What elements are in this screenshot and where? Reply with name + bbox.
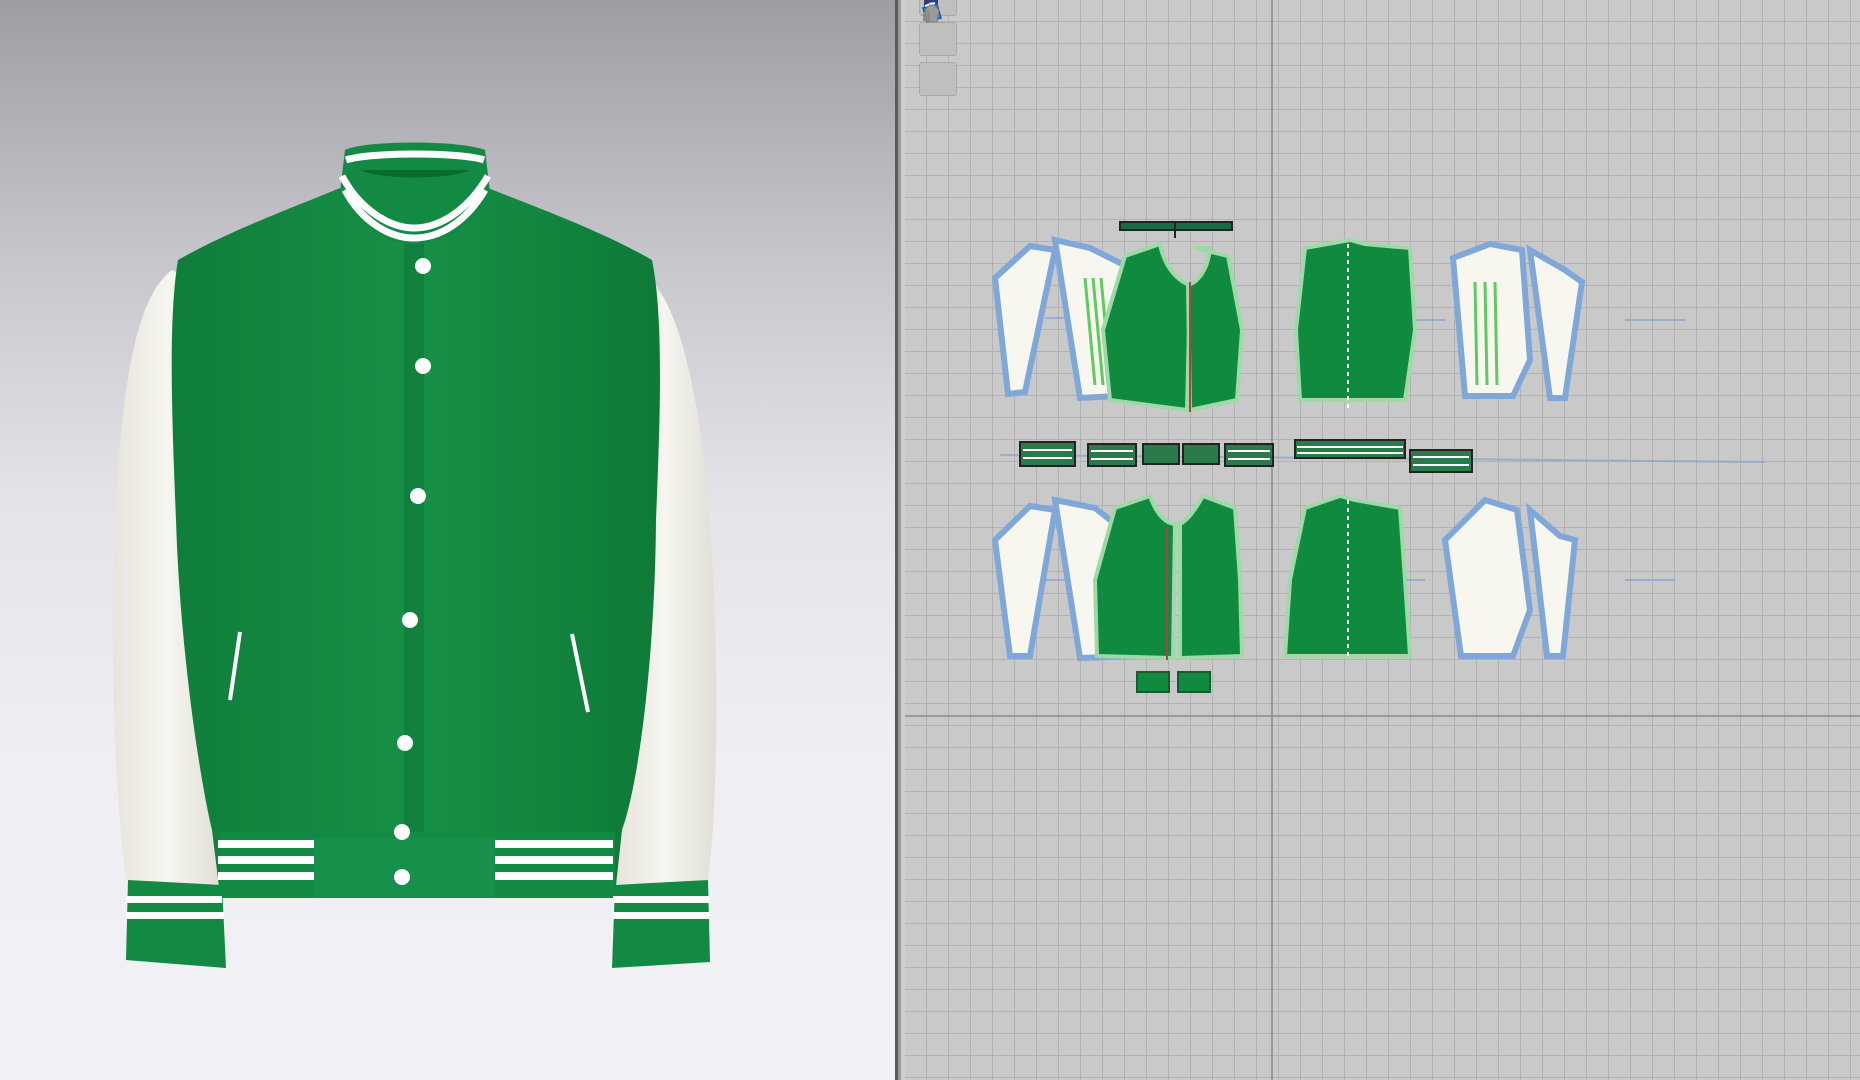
sleeve-piece-bottom-right — [1441, 496, 1579, 659]
app-window — [0, 0, 1860, 1080]
view-splitter[interactable] — [895, 0, 905, 1080]
rib-pieces — [1019, 439, 1473, 473]
pocket-pieces — [1136, 671, 1211, 693]
right-cuff — [612, 880, 710, 968]
sleeve-piece-top-right — [1449, 240, 1586, 401]
back-piece-bottom — [1282, 493, 1413, 658]
texture-surface-icon[interactable] — [919, 2, 957, 56]
collar-piece — [1119, 221, 1233, 238]
lock-garment-icon[interactable] — [919, 4, 957, 96]
2d-pattern-window[interactable] — [905, 0, 1860, 1080]
left-cuff — [126, 880, 226, 968]
jacket-3d-render — [112, 142, 717, 968]
back-piece-top — [1293, 237, 1418, 410]
front-piece-top — [1100, 241, 1245, 413]
3d-avatar-window[interactable] — [0, 0, 895, 1080]
front-piece-bottom — [1092, 493, 1245, 661]
placket — [404, 240, 424, 895]
pattern-layout — [905, 0, 1860, 1080]
2d-toolbar — [919, 0, 959, 102]
